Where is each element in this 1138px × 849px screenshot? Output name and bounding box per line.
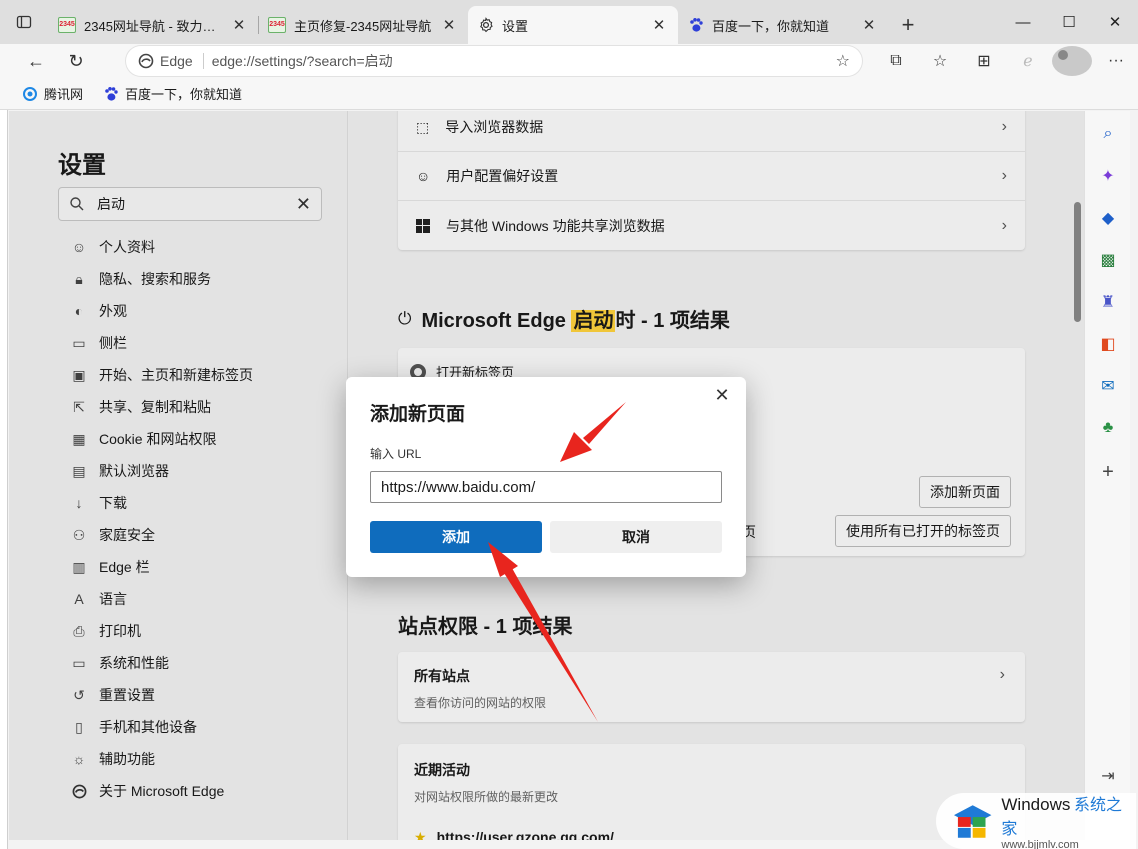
tab-2345-repair[interactable]: 2345 主页修复-2345网址导航 ✕ <box>258 6 468 44</box>
close-tab-icon[interactable]: ✕ <box>230 16 248 34</box>
watermark: Windows 系统之家 www.bjjmlv.com <box>936 793 1136 849</box>
url-input[interactable] <box>370 471 722 503</box>
address-bar-row: ← ↻ Edge edge://settings/?search=启动 ☆ ⧉ … <box>0 44 1138 78</box>
tab-title: 设置 <box>502 18 529 34</box>
tab-title: 主页修复-2345网址导航 <box>294 18 432 34</box>
sidebar-collapse-icon[interactable]: ⇥ <box>1097 765 1119 787</box>
toolbar: ⧉ ☆ ⊞ ℯ ··· <box>876 46 1136 76</box>
collections-icon[interactable]: ⊞ <box>964 46 1004 76</box>
baidu-paw-icon <box>690 18 703 32</box>
window-controls: — ☐ ✕ <box>1000 0 1138 44</box>
sidebar-office-icon[interactable]: ◧ <box>1097 333 1119 355</box>
internet-explorer-icon[interactable]: ℯ <box>1008 46 1048 76</box>
windows-logo-icon <box>953 805 992 838</box>
extensions-icon[interactable]: ⧉ <box>876 46 916 76</box>
gear-icon <box>480 17 493 33</box>
address-url: edge://settings/?search=启动 <box>211 53 393 69</box>
background-page-strip <box>0 110 8 849</box>
profile-button[interactable] <box>1052 46 1092 76</box>
refresh-icon: ↻ <box>68 50 84 71</box>
edge-sidebar: ⌕ ✦ ◆ ▩ ♜ ◧ ✉ ♣ + ⇥ <box>1084 111 1130 840</box>
tab-2345-home[interactable]: 2345 2345网址导航 - 致力于打造百 ✕ <box>48 6 258 44</box>
favorite-label: 百度一下，你就知道 <box>125 87 243 102</box>
cancel-button[interactable]: 取消 <box>550 521 722 553</box>
edge-chip-label: Edge <box>160 53 193 69</box>
close-window-icon[interactable]: ✕ <box>1092 13 1138 31</box>
sidebar-tree-icon[interactable]: ♣ <box>1097 417 1119 439</box>
dialog-title: 添加新页面 <box>370 404 466 425</box>
refresh-button[interactable]: ↻ <box>56 44 96 78</box>
baidu-paw-icon <box>105 86 118 101</box>
2345-icon: 2345 <box>58 17 76 33</box>
back-button[interactable]: ← <box>16 44 56 78</box>
watermark-text: Windows 系统之家 www.bjjmlv.com <box>1001 795 1122 849</box>
favorites-bar: 腾讯网 百度一下，你就知道 <box>0 78 1138 110</box>
sidebar-shopping-icon[interactable]: ◆ <box>1097 207 1119 229</box>
avatar <box>1052 46 1092 76</box>
favorites-icon[interactable]: ☆ <box>920 46 960 76</box>
sidebar-outlook-icon[interactable]: ✉ <box>1097 375 1119 397</box>
sidebar-copilot-icon[interactable]: ✦ <box>1097 165 1119 187</box>
back-arrow-icon: ← <box>27 50 45 71</box>
sidebar-search-icon[interactable]: ⌕ <box>1097 123 1119 145</box>
more-menu-icon[interactable]: ··· <box>1096 46 1136 76</box>
close-tab-icon[interactable]: ✕ <box>440 16 458 34</box>
tencent-icon <box>23 86 37 101</box>
minimize-icon[interactable]: — <box>1000 14 1046 31</box>
favorite-tencent[interactable]: 腾讯网 <box>22 84 83 103</box>
add-favorite-icon[interactable]: ☆ <box>836 51 850 71</box>
tab-actions-icon <box>16 15 32 29</box>
sidebar-tools-icon[interactable]: ▩ <box>1097 249 1119 271</box>
new-tab-button[interactable]: + <box>888 6 928 44</box>
sidebar-games-icon[interactable]: ♜ <box>1097 291 1119 313</box>
edge-chip: Edge <box>138 53 204 69</box>
close-tab-icon[interactable]: ✕ <box>650 16 668 34</box>
tab-title: 2345网址导航 - 致力于打造百 <box>84 18 222 34</box>
add-new-page-dialog: 添加新页面 ✕ 输入 URL 添加 取消 <box>346 377 746 577</box>
close-tab-icon[interactable]: ✕ <box>860 16 878 34</box>
sidebar-add-icon[interactable]: + <box>1097 461 1119 483</box>
tab-settings[interactable]: 设置 ✕ <box>468 6 678 44</box>
tab-title: 百度一下，你就知道 <box>712 18 830 34</box>
tab-actions-button[interactable] <box>0 0 48 44</box>
close-dialog-icon[interactable]: ✕ <box>710 385 734 409</box>
2345-icon: 2345 <box>268 17 286 33</box>
address-input[interactable]: Edge edge://settings/?search=启动 ☆ <box>126 46 862 76</box>
url-field-label: 输入 URL <box>370 447 422 461</box>
plus-icon: + <box>901 12 915 37</box>
favorite-baidu[interactable]: 百度一下，你就知道 <box>103 84 242 103</box>
favorite-label: 腾讯网 <box>44 87 84 102</box>
tab-bar: 2345 2345网址导航 - 致力于打造百 ✕ 2345 主页修复-2345网… <box>0 0 1138 44</box>
tab-baidu[interactable]: 百度一下，你就知道 ✕ <box>678 6 888 44</box>
maximize-icon[interactable]: ☐ <box>1046 13 1092 31</box>
edge-logo-icon <box>138 53 154 69</box>
add-button[interactable]: 添加 <box>370 521 542 553</box>
